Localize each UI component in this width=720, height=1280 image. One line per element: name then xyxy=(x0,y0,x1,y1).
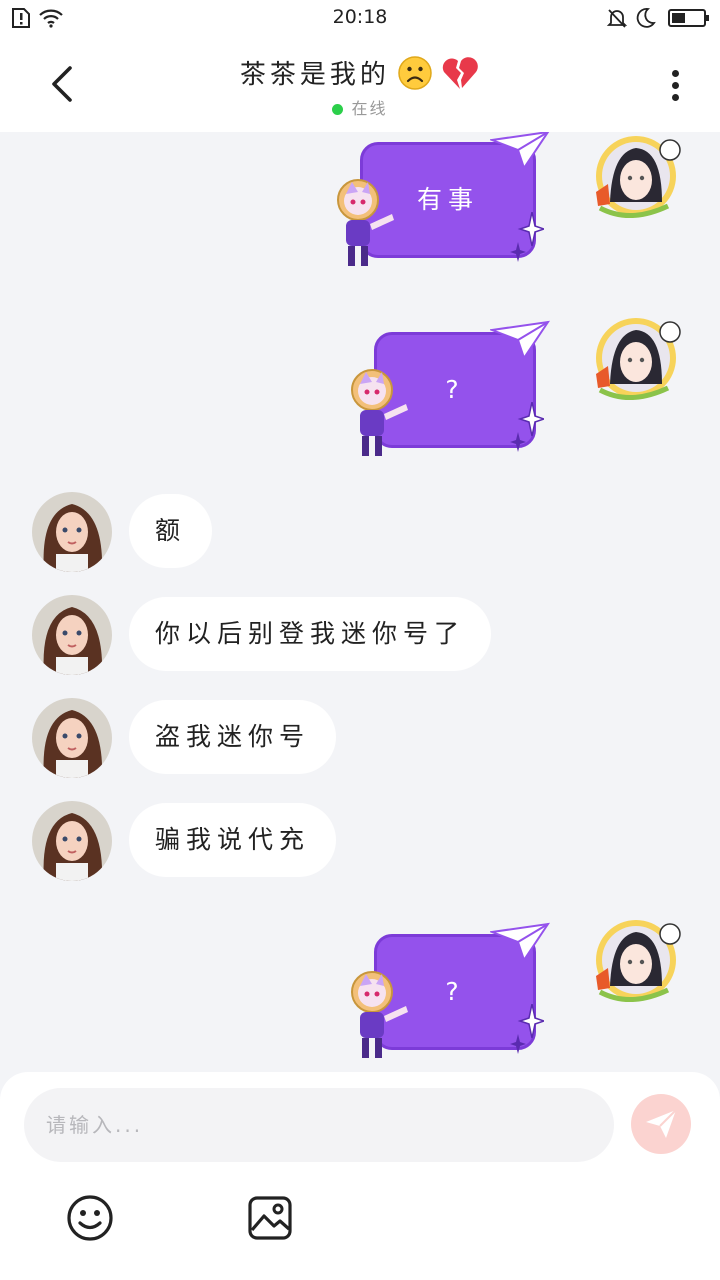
battery-icon xyxy=(668,9,709,27)
page-title: 茶茶是我的 xyxy=(239,60,390,90)
message-text: ? xyxy=(445,977,465,1006)
broken-heart-icon xyxy=(442,56,478,89)
bell-off-icon xyxy=(606,9,628,28)
send-button[interactable] xyxy=(631,1094,691,1154)
contact-avatar[interactable] xyxy=(32,492,112,572)
emoji-icon[interactable] xyxy=(66,1194,114,1242)
status-bar: 20:18 xyxy=(0,0,720,36)
online-dot-icon xyxy=(332,104,344,115)
image-icon[interactable] xyxy=(246,1194,294,1242)
chat-header: 茶茶是我的 在线 xyxy=(0,36,720,132)
more-dot xyxy=(671,70,679,77)
message-text: 有事 xyxy=(416,185,479,214)
self-avatar[interactable] xyxy=(590,916,682,1008)
send-icon xyxy=(646,1109,677,1138)
sticker-bubble[interactable]: ? xyxy=(344,320,574,462)
sticker-bubble[interactable]: ? xyxy=(344,922,574,1064)
contact-avatar[interactable] xyxy=(32,698,112,778)
more-dot xyxy=(671,82,679,89)
sticker-bubble[interactable]: 有事 xyxy=(330,132,560,272)
more-dot xyxy=(671,94,679,101)
message-incoming[interactable]: 额 xyxy=(129,494,213,568)
composer xyxy=(0,1072,720,1280)
contact-avatar[interactable] xyxy=(32,595,112,675)
self-avatar[interactable] xyxy=(590,132,682,224)
self-avatar[interactable] xyxy=(590,314,682,406)
online-status: 在线 xyxy=(0,95,720,119)
message-text: ? xyxy=(445,375,465,404)
message-incoming[interactable]: 你以后别登我迷你号了 xyxy=(129,597,492,671)
moon-icon xyxy=(636,8,656,28)
more-options-button[interactable] xyxy=(660,66,690,106)
online-status-text: 在线 xyxy=(351,99,388,118)
message-incoming[interactable]: 骗我说代充 xyxy=(129,803,337,877)
sad-face-icon xyxy=(398,55,432,90)
contact-avatar[interactable] xyxy=(32,801,112,881)
message-incoming[interactable]: 盗我迷你号 xyxy=(129,700,337,774)
title-block: 茶茶是我的 在线 xyxy=(0,54,720,119)
message-input[interactable] xyxy=(24,1088,614,1162)
chat-list[interactable]: 有事 ? 额 你以后别登我迷你号了 盗我迷你号 骗我说代充 ? xyxy=(0,132,720,1072)
